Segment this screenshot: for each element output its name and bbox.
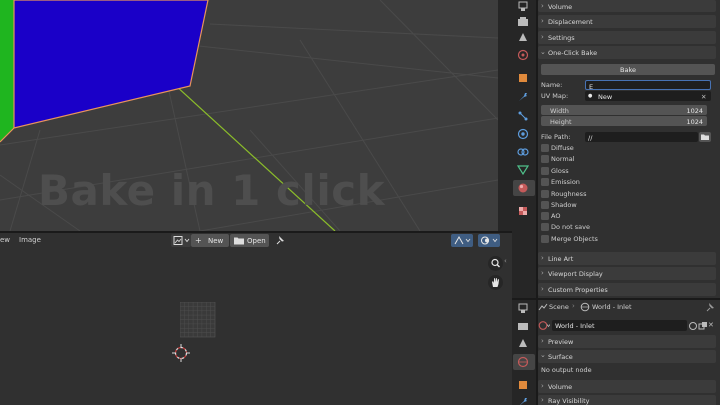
panel-volume[interactable]: › Volume: [538, 0, 716, 12]
modifier-wrench-icon[interactable]: [516, 90, 530, 104]
modifier-wrench-icon[interactable]: [516, 395, 530, 405]
unlink-close-icon[interactable]: ✕: [708, 321, 714, 329]
image-editor-header: ew Image + New Open: [0, 233, 512, 248]
chevron-down-icon: ⌄: [540, 48, 546, 56]
chevron-right-icon: ›: [541, 269, 544, 277]
image-preview-grid: [180, 302, 216, 338]
world-tab-icon[interactable]: [516, 355, 530, 369]
chevron-right-icon: ›: [541, 2, 544, 10]
area-separator[interactable]: [498, 0, 512, 233]
panel-displacement[interactable]: › Displacement: [538, 15, 716, 28]
globe-icon: [580, 302, 590, 312]
bake-button[interactable]: Bake: [541, 64, 715, 75]
folder-icon: [701, 134, 709, 140]
chevron-right-icon: ›: [541, 396, 544, 404]
output-tab-icon[interactable]: [516, 15, 530, 29]
view-layer-tab-icon[interactable]: [516, 336, 530, 350]
image-browse-button[interactable]: [171, 234, 191, 247]
world-browse-icon[interactable]: [538, 320, 550, 331]
physics-tab-icon[interactable]: [516, 127, 530, 141]
panel-viewport-display[interactable]: › Viewport Display: [538, 267, 716, 280]
zoom-icon: [491, 258, 500, 268]
chevron-right-icon: ›: [541, 33, 544, 41]
chevron-right-icon: ›: [541, 17, 544, 25]
uv-map-label: UV Map:: [541, 92, 569, 100]
panel-settings[interactable]: › Settings: [538, 31, 716, 44]
chevron-right-icon: ›: [541, 254, 544, 262]
cursor-2d-icon[interactable]: [171, 343, 191, 363]
zoom-button[interactable]: [488, 256, 503, 271]
width-field[interactable]: Width 1024: [541, 105, 707, 115]
plus-icon: +: [195, 235, 202, 245]
section-surface[interactable]: ⌄ Surface: [538, 350, 716, 363]
scene-icon: [538, 303, 548, 311]
world-properties: Scene › World - Inlet World - Inlet ✕ › …: [538, 300, 720, 405]
3d-viewport[interactable]: Bake in 1 click: [0, 0, 498, 231]
image-icon: [173, 236, 190, 245]
name-label: Name:: [541, 81, 563, 89]
fake-user-shield-icon[interactable]: [688, 321, 698, 331]
surface-status-text: No output node: [541, 366, 592, 374]
chevron-down-icon: ⌄: [540, 351, 546, 359]
breadcrumb-scene[interactable]: Scene: [549, 303, 569, 311]
pin-icon[interactable]: [275, 234, 287, 247]
sidebar-toggle-arrow-icon[interactable]: ‹: [504, 257, 507, 265]
gizmo-toggle-button[interactable]: [451, 234, 473, 247]
close-icon[interactable]: ✕: [701, 93, 706, 101]
chevron-right-icon: ›: [541, 382, 544, 390]
object-tab-icon[interactable]: [516, 71, 530, 85]
render-tab-icon[interactable]: [516, 302, 530, 316]
output-tab-icon[interactable]: [516, 319, 530, 333]
gizmo-icon: [454, 235, 471, 245]
panel-one-click-bake[interactable]: ⌄ One-Click Bake: [538, 46, 716, 59]
material-tab-icon[interactable]: [516, 181, 530, 195]
section-ray-visibility[interactable]: › Ray Visibility: [538, 395, 716, 405]
world-name-input[interactable]: World - Inlet: [552, 320, 687, 331]
hand-icon: [492, 278, 499, 287]
overlay-caption: Bake in 1 click: [38, 166, 386, 215]
new-image-button[interactable]: + New: [191, 234, 229, 247]
uv-map-icon: ●: [588, 93, 593, 99]
menu-view[interactable]: ew: [0, 236, 10, 244]
name-input[interactable]: E: [585, 80, 711, 91]
overlay-toggle-button[interactable]: [478, 234, 500, 247]
image-canvas[interactable]: ‹: [0, 248, 512, 405]
section-volume[interactable]: › Volume: [538, 380, 716, 393]
pin-icon[interactable]: [706, 302, 716, 312]
data-tab-icon[interactable]: [516, 163, 530, 177]
chevron-right-icon: ›: [541, 337, 544, 345]
folder-icon: [234, 237, 244, 245]
section-preview[interactable]: › Preview: [538, 335, 716, 348]
pan-button[interactable]: [488, 275, 503, 290]
duplicate-icon[interactable]: [698, 321, 708, 331]
view-layer-tab-icon[interactable]: [516, 30, 530, 44]
panel-line-art[interactable]: › Line Art: [538, 252, 716, 265]
particles-tab-icon[interactable]: [516, 109, 530, 123]
height-field[interactable]: Height 1024: [541, 116, 707, 126]
scene-tab-icon[interactable]: [516, 48, 530, 62]
uv-map-selector[interactable]: ● New ✕: [585, 91, 711, 101]
image-editor[interactable]: ew Image + New Open ‹: [0, 233, 512, 405]
open-image-button[interactable]: Open: [230, 234, 269, 247]
breadcrumb-separator-icon: ›: [572, 302, 575, 310]
texture-tab-icon[interactable]: [516, 204, 530, 218]
object-tab-icon[interactable]: [516, 378, 530, 392]
cube-side-face: [0, 0, 14, 142]
breadcrumb-world[interactable]: World - Inlet: [592, 303, 632, 311]
menu-image[interactable]: Image: [19, 236, 41, 244]
file-path-input[interactable]: //: [585, 132, 698, 142]
file-path-label: File Path:: [541, 133, 571, 141]
constraints-tab-icon[interactable]: [516, 145, 530, 159]
panel-custom-properties[interactable]: › Custom Properties: [538, 283, 716, 296]
overlay-icon: [481, 236, 498, 245]
file-browse-button[interactable]: [699, 132, 711, 142]
chevron-right-icon: ›: [541, 285, 544, 293]
cube-front-face[interactable]: [13, 0, 209, 129]
render-tab-icon[interactable]: [516, 0, 530, 14]
